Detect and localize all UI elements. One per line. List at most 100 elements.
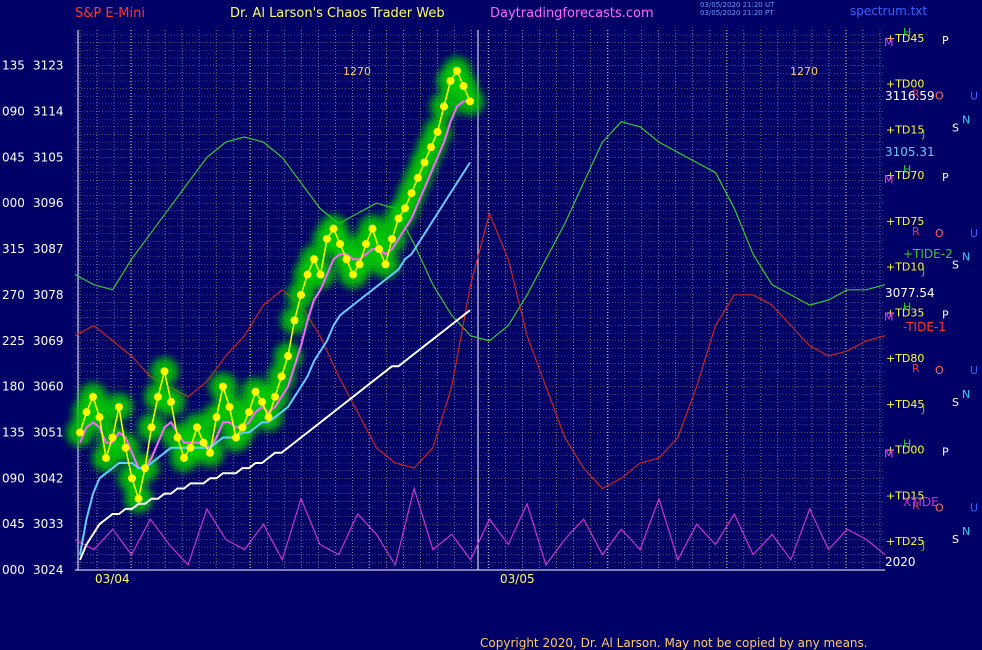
astro-symbol: M bbox=[884, 36, 894, 49]
price-point bbox=[329, 224, 338, 233]
price-point bbox=[355, 260, 364, 269]
price-point bbox=[238, 423, 247, 432]
price-point bbox=[446, 76, 455, 85]
price-point bbox=[414, 173, 422, 182]
price-point bbox=[212, 413, 221, 422]
astro-symbol: O bbox=[935, 90, 944, 103]
y-angle-label: 090 bbox=[2, 105, 25, 119]
astro-symbol: O bbox=[935, 227, 944, 240]
astro-symbol: N bbox=[962, 388, 970, 401]
price-point bbox=[394, 214, 403, 223]
price-point bbox=[206, 448, 214, 457]
astro-symbol: S bbox=[952, 259, 959, 272]
price-label-1: 3116.59 bbox=[885, 89, 935, 103]
price-point bbox=[303, 270, 312, 279]
price-point bbox=[427, 143, 435, 152]
grid-label: +TD10 bbox=[886, 261, 924, 274]
astro-symbol: M bbox=[884, 173, 894, 186]
y-angle-label: 225 bbox=[2, 334, 25, 348]
astro-symbol: S bbox=[952, 121, 959, 134]
price-label-2: 3105.31 bbox=[885, 145, 935, 159]
y-price-label: 3024 bbox=[33, 563, 64, 577]
y-price-label: 3078 bbox=[33, 288, 64, 302]
price-point bbox=[82, 408, 91, 417]
price-point bbox=[160, 367, 169, 376]
price-point bbox=[167, 397, 175, 406]
date-label-2: 03/05 bbox=[500, 572, 535, 586]
y-price-label: 3042 bbox=[33, 471, 64, 485]
xtide-label: XTIDE bbox=[903, 495, 939, 509]
price-point bbox=[108, 433, 117, 442]
grid-label: +TD45 bbox=[886, 398, 924, 411]
price-point bbox=[245, 408, 253, 417]
price-point bbox=[466, 97, 474, 106]
y-angle-label: 135 bbox=[2, 425, 25, 439]
price-point bbox=[115, 402, 123, 411]
astro-symbol: H bbox=[903, 438, 911, 451]
price-point bbox=[219, 382, 227, 391]
y-angle-label: 000 bbox=[2, 196, 25, 210]
astro-symbol: J bbox=[921, 402, 925, 415]
price-point bbox=[375, 245, 383, 254]
astro-symbol: U bbox=[970, 364, 978, 377]
price-point bbox=[251, 387, 260, 396]
spectrum-link[interactable]: spectrum.txt bbox=[850, 4, 927, 18]
astro-symbol: S bbox=[952, 533, 959, 546]
price-point bbox=[407, 189, 416, 198]
astro-symbol: R bbox=[912, 225, 920, 238]
grid-label: +TD25 bbox=[886, 535, 924, 548]
y-price-label: 3069 bbox=[33, 334, 64, 348]
astro-symbol: S bbox=[952, 396, 959, 409]
price-point bbox=[310, 255, 318, 264]
price-point bbox=[193, 423, 201, 432]
astro-symbol: N bbox=[962, 113, 970, 126]
price-point bbox=[349, 270, 357, 279]
y-price-label: 3105 bbox=[33, 150, 64, 164]
price-point bbox=[180, 453, 188, 462]
price-point bbox=[232, 433, 240, 442]
astro-symbol: U bbox=[970, 501, 978, 514]
tide2-label: +TIDE-2 bbox=[903, 247, 953, 261]
price-point bbox=[121, 443, 130, 452]
price-point bbox=[141, 464, 149, 473]
y-angle-label: 045 bbox=[2, 517, 25, 531]
price-point bbox=[284, 352, 292, 361]
astro-symbol: N bbox=[962, 251, 970, 264]
y-price-label: 3123 bbox=[33, 59, 64, 73]
y-angle-label: 000 bbox=[2, 563, 25, 577]
price-point bbox=[199, 438, 208, 447]
y-angle-label: 180 bbox=[2, 380, 25, 394]
price-point bbox=[420, 158, 429, 167]
site-link[interactable]: Daytradingforecasts.com bbox=[490, 6, 654, 21]
timestamp-1: 03/05/2020 21:20 UT bbox=[700, 1, 775, 9]
copyright: Copyright 2020, Dr. Al Larson. May not b… bbox=[480, 636, 868, 650]
y-angle-label: 315 bbox=[2, 242, 25, 256]
y-price-label: 3114 bbox=[33, 105, 64, 119]
astro-symbol: J bbox=[921, 539, 925, 552]
price-point bbox=[277, 372, 286, 381]
y-price-label: 3060 bbox=[33, 380, 64, 394]
cycle-label-1: 1270 bbox=[343, 65, 371, 78]
y-price-label: 3051 bbox=[33, 425, 64, 439]
price-point bbox=[271, 392, 279, 401]
date-label-1: 03/04 bbox=[95, 572, 130, 586]
astro-symbol: P bbox=[942, 34, 949, 47]
price-point bbox=[264, 413, 273, 422]
price-point bbox=[342, 255, 351, 264]
price-point bbox=[173, 433, 182, 442]
astro-symbol: P bbox=[942, 446, 949, 459]
price-point bbox=[258, 397, 266, 406]
price-point bbox=[76, 428, 84, 437]
instrument-label: S&P E-Mini bbox=[75, 6, 145, 21]
price-point bbox=[128, 474, 136, 483]
price-point bbox=[433, 127, 442, 136]
astro-symbol: H bbox=[903, 26, 911, 39]
astro-symbol: R bbox=[912, 362, 920, 375]
tide1-label: -TIDE-1 bbox=[903, 320, 946, 334]
price-point bbox=[323, 234, 331, 243]
price-point bbox=[316, 270, 325, 279]
astro-symbol: O bbox=[935, 364, 944, 377]
timestamp-2: 03/05/2020 21:20 PT bbox=[700, 9, 774, 17]
price-chart: 000 3024 045 3033 090 3042 135 3051 180 3060 225 30… bbox=[0, 0, 982, 650]
astro-symbol: H bbox=[903, 163, 911, 176]
